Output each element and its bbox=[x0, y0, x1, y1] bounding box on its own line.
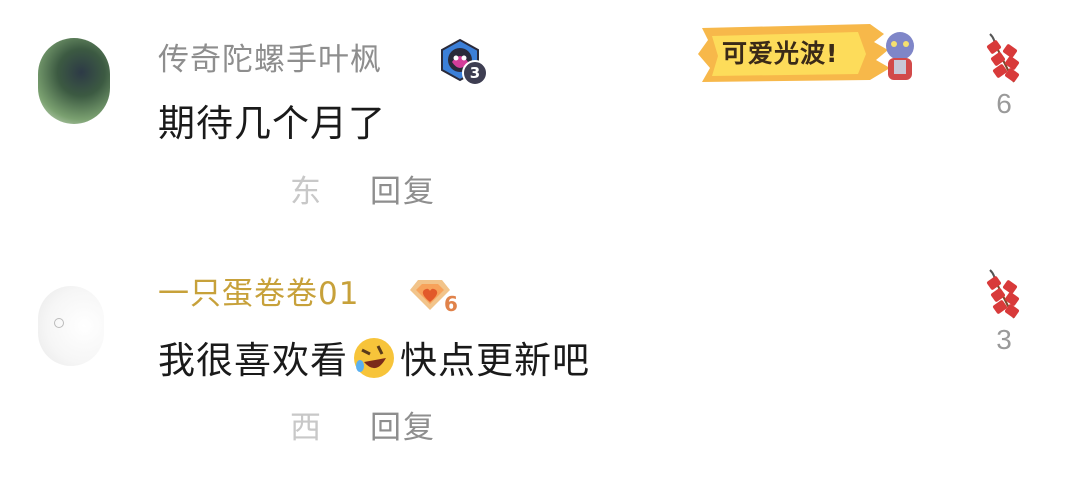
avatar[interactable] bbox=[38, 286, 104, 366]
rolling-laughing-emoji-icon bbox=[352, 336, 396, 380]
comment-item: 一只蛋卷卷01 6 我很喜欢看 快点更新吧 西 回复 3 bbox=[0, 250, 1080, 487]
like-button[interactable]: 3 bbox=[980, 268, 1028, 356]
comment-username[interactable]: 传奇陀螺手叶枫 bbox=[158, 40, 382, 80]
cute-beam-sticker[interactable]: 可爱光波! bbox=[694, 20, 928, 86]
avatar-mark bbox=[54, 318, 64, 328]
fan-medal-icon[interactable]: 6 bbox=[408, 278, 462, 318]
location-text: 西 bbox=[290, 410, 321, 446]
comment-meta: 东 回复 bbox=[290, 172, 436, 212]
comment-meta: 西 回复 bbox=[290, 408, 436, 448]
firecracker-icon bbox=[987, 33, 1019, 83]
content-text-before: 我很喜欢看 bbox=[158, 339, 348, 382]
avatar[interactable] bbox=[38, 38, 110, 124]
comment-content: 期待几个月了 bbox=[158, 102, 386, 145]
sticker-text: 可爱光波! bbox=[722, 39, 839, 68]
location-text: 东 bbox=[290, 174, 321, 210]
like-button[interactable]: 6 bbox=[980, 32, 1028, 120]
firecracker-icon bbox=[987, 269, 1019, 319]
content-text-after: 快点更新吧 bbox=[400, 339, 590, 382]
comment-content: 我很喜欢看 快点更新吧 bbox=[158, 336, 590, 385]
reply-button[interactable]: 回复 bbox=[370, 410, 436, 446]
like-count: 6 bbox=[996, 88, 1012, 119]
medal-level: 3 bbox=[462, 60, 488, 86]
comment-item: 传奇陀螺手叶枫 3 可爱光波! 期待几个月了 东 回复 6 bbox=[0, 0, 1080, 240]
like-count: 3 bbox=[996, 324, 1012, 355]
medal-level: 6 bbox=[444, 292, 458, 316]
reply-button[interactable]: 回复 bbox=[370, 174, 436, 210]
medal-icon[interactable]: 3 bbox=[438, 38, 488, 86]
comment-username[interactable]: 一只蛋卷卷01 bbox=[158, 274, 359, 314]
